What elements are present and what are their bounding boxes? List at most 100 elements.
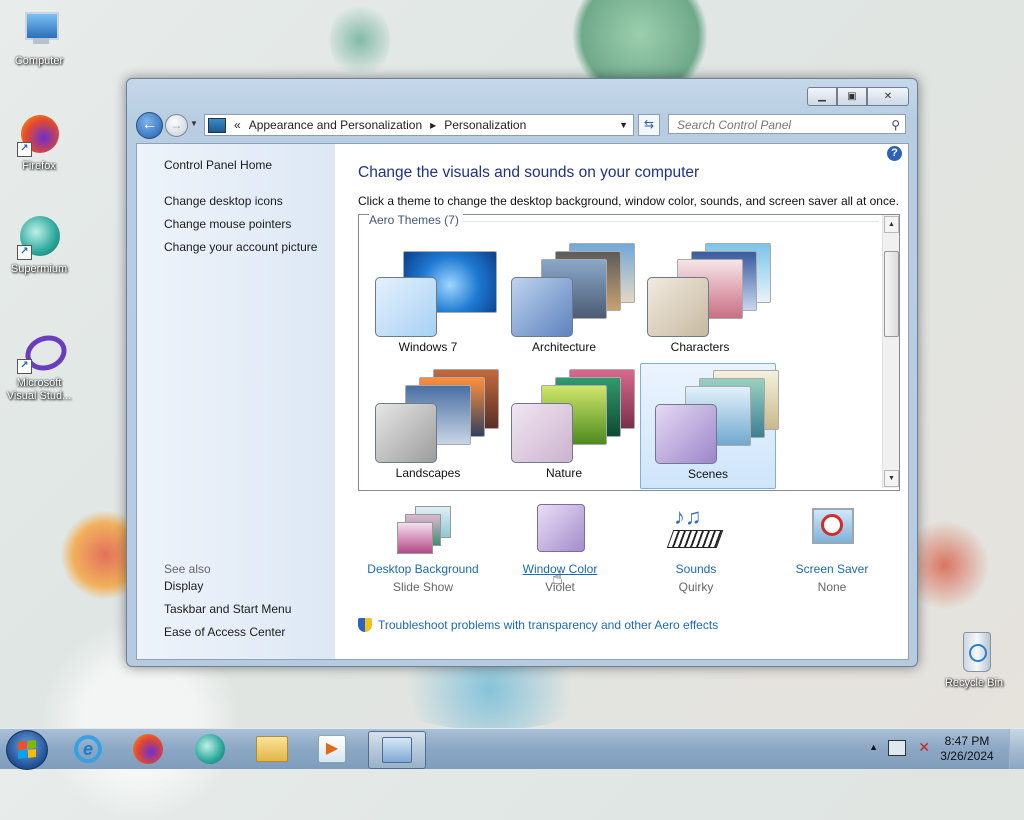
theme-name: Architecture bbox=[531, 340, 597, 354]
color-swatch bbox=[375, 403, 437, 463]
supermium-icon bbox=[195, 734, 225, 764]
change-account-picture-link[interactable]: Change your account picture bbox=[164, 240, 317, 254]
theme-name: Characters bbox=[670, 340, 730, 354]
wallpaper-decor bbox=[560, 0, 720, 90]
screen-saver-icon bbox=[804, 504, 860, 558]
color-swatch bbox=[511, 277, 573, 337]
theme-name: Nature bbox=[545, 466, 583, 480]
shortcut-arrow-icon: ↗ bbox=[17, 359, 32, 374]
change-desktop-icons-link[interactable]: Change desktop icons bbox=[164, 194, 283, 208]
scroll-down-icon[interactable]: ▼ bbox=[884, 470, 899, 487]
theme-characters[interactable]: Characters bbox=[633, 237, 771, 361]
maximize-button[interactable]: ▣ bbox=[837, 87, 867, 106]
breadcrumb-overflow[interactable]: « bbox=[234, 118, 241, 132]
network-icon[interactable] bbox=[888, 740, 906, 756]
group-divider bbox=[459, 221, 879, 222]
windows-logo-icon bbox=[18, 740, 36, 759]
screen-saver-option[interactable]: Screen Saver None bbox=[767, 504, 897, 597]
theme-name: Landscapes bbox=[395, 466, 461, 480]
shield-icon bbox=[358, 618, 372, 632]
close-button[interactable]: ✕ bbox=[867, 87, 909, 106]
desktop-icon-computer[interactable]: Computer bbox=[3, 8, 75, 68]
volume-muted-icon[interactable]: ✕ bbox=[918, 739, 930, 756]
theme-preview bbox=[647, 243, 771, 337]
wallpaper-decor bbox=[330, 0, 390, 80]
theme-list-scrollbar[interactable]: ▲ ▼ bbox=[882, 215, 899, 488]
start-button[interactable] bbox=[6, 730, 48, 770]
firefox-icon: ↗ bbox=[17, 113, 61, 157]
address-dropdown-icon[interactable]: ▼ bbox=[619, 120, 628, 130]
desktop-icon-visual-studio[interactable]: ↗ Microsoft Visual Stud... bbox=[3, 329, 75, 403]
taskbar-explorer[interactable] bbox=[244, 731, 300, 767]
theme-architecture[interactable]: Architecture bbox=[497, 237, 635, 361]
chevron-down-icon: ▼ bbox=[190, 119, 198, 128]
control-panel-home-link[interactable]: Control Panel Home bbox=[164, 158, 272, 172]
theme-landscapes[interactable]: Landscapes bbox=[361, 363, 499, 487]
sounds-option[interactable]: ♪♫ Sounds Quirky bbox=[631, 504, 761, 597]
search-icon[interactable]: ⚲ bbox=[891, 115, 900, 135]
close-icon: ✕ bbox=[883, 91, 893, 102]
theme-preview bbox=[511, 369, 635, 463]
taskbar-supermium[interactable] bbox=[182, 731, 238, 767]
minimize-button[interactable]: ▁ bbox=[807, 87, 837, 106]
back-arrow-icon: ← bbox=[141, 116, 158, 133]
show-hidden-icons-icon[interactable]: ▲ bbox=[869, 742, 878, 752]
recycle-bin-icon bbox=[952, 630, 996, 674]
breadcrumb-separator[interactable]: ▸ bbox=[430, 118, 436, 132]
screen-saver-link[interactable]: Screen Saver bbox=[767, 561, 897, 577]
taskbar-firefox[interactable] bbox=[120, 731, 176, 767]
caption-buttons: ▁ ▣ ✕ bbox=[807, 87, 909, 106]
recent-pages-dropdown[interactable]: ▼ bbox=[190, 119, 198, 128]
internet-explorer-icon: e bbox=[74, 735, 102, 763]
address-bar[interactable]: « Appearance and Personalization ▸ Perso… bbox=[204, 114, 634, 136]
desktop-icon-recycle-bin[interactable]: Recycle Bin bbox=[938, 630, 1010, 690]
breadcrumb-personalization[interactable]: Personalization bbox=[444, 118, 526, 132]
display-link[interactable]: Display bbox=[164, 579, 203, 593]
forward-arrow-icon: → bbox=[170, 118, 183, 132]
troubleshoot-link[interactable]: Troubleshoot problems with transparency … bbox=[358, 618, 718, 632]
sounds-link[interactable]: Sounds bbox=[631, 561, 761, 577]
desktop-background-option[interactable]: Desktop Background Slide Show bbox=[358, 504, 488, 597]
search-placeholder: Search Control Panel bbox=[677, 118, 792, 132]
folder-icon bbox=[256, 736, 288, 762]
search-input[interactable]: Search Control Panel ⚲ bbox=[668, 114, 906, 134]
taskbar-internet-explorer[interactable]: e bbox=[60, 731, 116, 767]
theme-nature[interactable]: Nature bbox=[497, 363, 635, 487]
color-swatch bbox=[511, 403, 573, 463]
change-mouse-pointers-link[interactable]: Change mouse pointers bbox=[164, 217, 291, 231]
troubleshoot-label: Troubleshoot problems with transparency … bbox=[378, 618, 719, 632]
back-button[interactable]: ← bbox=[136, 112, 163, 139]
theme-settings: Desktop Background Slide Show Window Col… bbox=[358, 504, 898, 614]
scroll-thumb[interactable] bbox=[884, 251, 899, 337]
control-panel-icon bbox=[208, 117, 226, 133]
refresh-icon: ⇆ bbox=[643, 117, 655, 131]
scroll-up-icon[interactable]: ▲ bbox=[884, 216, 899, 233]
taskbar: e ▶ ▲ ✕ 8:47 PM 3/26/2024 bbox=[0, 728, 1024, 770]
refresh-button[interactable]: ⇆ bbox=[638, 114, 660, 136]
theme-scenes[interactable]: Scenes bbox=[640, 363, 779, 489]
media-player-icon: ▶ bbox=[318, 735, 346, 763]
personalization-window: ▁ ▣ ✕ ← → ▼ « Appearance and Personaliza… bbox=[126, 78, 918, 667]
hand-cursor-icon: ☝ bbox=[552, 568, 563, 588]
taskbar-start-menu-link[interactable]: Taskbar and Start Menu bbox=[164, 602, 291, 616]
taskbar-media-player[interactable]: ▶ bbox=[304, 731, 360, 767]
desktop-icon-supermium[interactable]: ↗ Supermium bbox=[3, 216, 75, 276]
show-desktop-button[interactable] bbox=[1009, 729, 1024, 769]
shortcut-arrow-icon: ↗ bbox=[17, 142, 32, 157]
desktop-icon-firefox[interactable]: ↗ Firefox bbox=[3, 113, 75, 173]
forward-button[interactable]: → bbox=[165, 114, 188, 137]
taskbar-control-panel[interactable] bbox=[368, 731, 426, 769]
theme-preview bbox=[375, 243, 499, 337]
desktop-background-link[interactable]: Desktop Background bbox=[358, 561, 488, 577]
clock[interactable]: 8:47 PM 3/26/2024 bbox=[932, 734, 1002, 764]
minimize-icon: ▁ bbox=[818, 91, 826, 102]
theme-name: Windows 7 bbox=[398, 340, 458, 354]
color-swatch bbox=[647, 277, 709, 337]
help-icon[interactable]: ? bbox=[887, 146, 902, 161]
computer-icon bbox=[17, 8, 61, 52]
ease-of-access-link[interactable]: Ease of Access Center bbox=[164, 625, 285, 639]
clock-time: 8:47 PM bbox=[944, 734, 990, 748]
breadcrumb-appearance[interactable]: Appearance and Personalization bbox=[249, 118, 422, 132]
theme-windows-7[interactable]: Windows 7 bbox=[361, 237, 497, 361]
sounds-value: Quirky bbox=[678, 580, 714, 594]
